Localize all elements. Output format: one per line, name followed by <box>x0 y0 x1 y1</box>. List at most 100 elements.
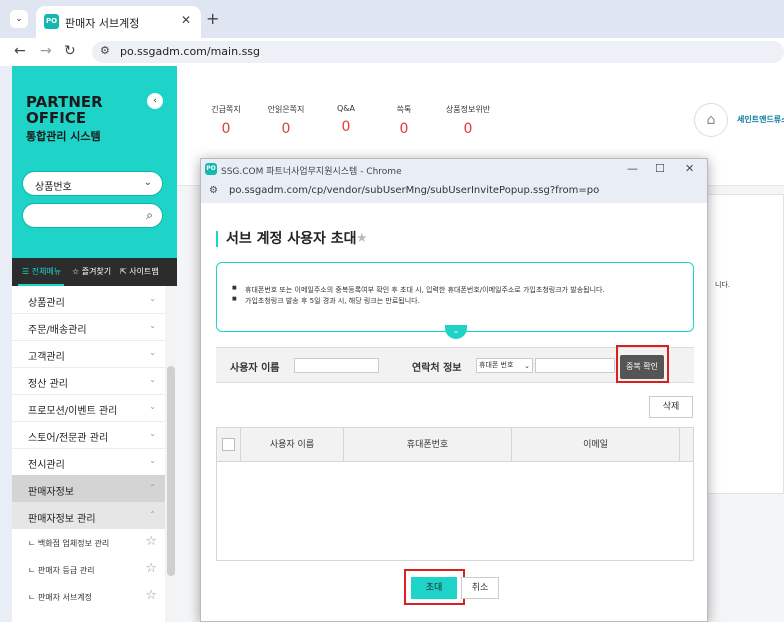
close-icon[interactable]: ✕ <box>181 13 191 27</box>
invite-popup-window: PO SSG.COM 파트너사업무지원시스템 - Chrome — ☐ ✕ ⚙ … <box>200 158 708 622</box>
url-text[interactable]: po.ssgadm.com/main.ssg <box>120 45 260 58</box>
cancel-button[interactable]: 취소 <box>461 577 499 599</box>
delete-button[interactable]: 삭제 <box>649 396 693 418</box>
store-icon: ⌂ <box>694 103 728 137</box>
sidebar-item-settlement[interactable]: 정산 관리 ⌄ <box>12 367 165 395</box>
stat-value: 0 <box>341 119 351 135</box>
sidebar-item-display[interactable]: 전시관리 ⌄ <box>12 448 165 476</box>
stat-unread-messages[interactable]: 안읽은쪽지 0 <box>256 104 316 137</box>
stat-value: 0 <box>281 121 291 137</box>
user-name-input[interactable] <box>294 358 379 373</box>
stat-urgent-messages[interactable]: 긴급쪽지 0 <box>196 104 256 137</box>
stat-ssg-talk[interactable]: 쓱톡 0 <box>374 104 434 137</box>
sidebar-item-label: 판매자정보 <box>28 487 74 498</box>
popup-address-bar[interactable]: ⚙ po.ssgadm.com/cp/vendor/subUserMng/sub… <box>201 181 707 203</box>
back-arrow-icon[interactable]: ← <box>14 43 26 59</box>
store-name[interactable]: 세인트앤드류스 <box>737 114 784 125</box>
tab-all-menu[interactable]: ☰ 전체메뉴 <box>22 266 61 277</box>
new-tab-button[interactable]: + <box>206 9 219 28</box>
site-settings-icon[interactable]: ⚙ <box>209 185 218 196</box>
sidebar-search-input[interactable]: ⌕ <box>22 203 163 228</box>
chevron-down-icon: ⌄ <box>149 375 156 384</box>
contact-input[interactable] <box>535 358 615 373</box>
chevron-down-icon: ⌄ <box>143 177 152 188</box>
main-panel-text: 니다. <box>715 281 731 289</box>
contact-label: 연락처 정보 <box>412 363 462 374</box>
contact-type-value: 휴대폰 번호 <box>479 361 514 369</box>
sidebar-item-stores[interactable]: 스토어/전문관 관리 ⌄ <box>12 421 165 449</box>
close-icon[interactable]: ✕ <box>685 162 694 175</box>
tab-search-button[interactable]: ⌄ <box>10 10 28 28</box>
highlight-box <box>404 569 465 605</box>
favicon-icon: PO <box>44 14 59 29</box>
logo-line-2: OFFICE <box>26 109 87 127</box>
chevron-down-icon: ⌄ <box>149 321 156 330</box>
sidebar-scrollbar[interactable] <box>165 286 177 622</box>
sidebar-item-label: 스토어/전문관 관리 <box>28 433 109 444</box>
popup-title: SSG.COM 파트너사업무지원시스템 - Chrome <box>221 167 402 177</box>
tab-favorites[interactable]: ☆ 즐겨찾기 <box>72 266 111 277</box>
stat-value: 0 <box>221 121 231 137</box>
popup-url[interactable]: po.ssgadm.com/cp/vendor/subUserMng/subUs… <box>229 185 599 196</box>
chevron-down-icon: ⌄ <box>149 348 156 357</box>
user-name-label: 사용자 이름 <box>230 363 280 374</box>
sidebar-item-label: 고객관리 <box>28 352 65 363</box>
sidebar-item-products[interactable]: 상품관리 ⌄ <box>12 286 165 314</box>
star-icon[interactable]: ☆ <box>145 534 157 549</box>
sidebar-subitem-seller-grade[interactable]: ㄴ 판매자 등급 관리 ☆ <box>12 556 165 583</box>
reload-icon[interactable]: ↻ <box>64 43 76 59</box>
sidebar-item-label: 주문/배송관리 <box>28 325 87 336</box>
maximize-icon[interactable]: ☐ <box>655 162 665 175</box>
column-header-email: 이메일 <box>511 428 679 462</box>
star-icon[interactable]: ☆ <box>145 561 157 576</box>
browser-tab-strip: ⌄ PO 판매자 서브계정 ✕ + <box>0 0 784 38</box>
search-type-select[interactable]: 상품번호 ⌄ <box>22 171 163 196</box>
contact-type-select[interactable]: 휴대폰 번호 ⌄ <box>476 358 533 373</box>
popup-title-bar[interactable]: PO SSG.COM 파트너사업무지원시스템 - Chrome — ☐ ✕ <box>201 159 707 181</box>
sidebar-item-label: 판매자정보 관리 <box>28 514 96 525</box>
sidebar-item-orders[interactable]: 주문/배송관리 ⌄ <box>12 313 165 341</box>
star-icon[interactable]: ☆ <box>145 588 157 603</box>
logo-subtitle: 통합관리 시스템 <box>26 130 101 143</box>
logo-line-1: PARTNER <box>26 93 103 111</box>
search-type-value: 상품번호 <box>35 182 72 193</box>
column-header-phone: 휴대폰번호 <box>343 428 511 462</box>
tab-sitemap[interactable]: ⇱ 사이트맵 <box>120 266 159 277</box>
stat-label: 긴급쪽지 <box>211 105 241 114</box>
search-icon[interactable]: ⌕ <box>146 208 153 223</box>
stat-qna[interactable]: Q&A 0 <box>316 104 376 135</box>
sidebar-item-seller-info[interactable]: 판매자정보 ⌃ <box>12 475 165 503</box>
stat-label: 안읽은쪽지 <box>267 105 305 114</box>
sidebar-item-seller-info-manage[interactable]: 판매자정보 관리 ⌃ <box>12 502 165 530</box>
select-all-checkbox[interactable] <box>222 438 235 451</box>
sidebar-subitem-sub-account[interactable]: ㄴ 판매자 서브계정 ☆ <box>12 583 165 610</box>
star-icon[interactable]: ★ <box>356 231 368 246</box>
chevron-down-icon: ⌄ <box>149 456 156 465</box>
browser-tab[interactable]: PO 판매자 서브계정 ✕ <box>36 6 201 38</box>
chevron-down-icon: ⌄ <box>149 402 156 411</box>
menu-tabs: ☰ 전체메뉴 ☆ 즐겨찾기 ⇱ 사이트맵 <box>12 258 177 286</box>
sidebar-subitem-label: ㄴ 판매자 서브계정 <box>28 593 92 602</box>
sidebar-item-label: 프로모션/이벤트 관리 <box>28 406 118 417</box>
stat-label: 쓱톡 <box>396 105 412 114</box>
stat-product-violations[interactable]: 상품정보위반 0 <box>438 104 498 137</box>
sidebar-item-customers[interactable]: 고객관리 ⌄ <box>12 340 165 368</box>
site-settings-icon[interactable]: ⚙ <box>100 44 110 57</box>
main-content-panel <box>705 194 784 494</box>
minimize-icon[interactable]: — <box>627 162 638 175</box>
sidebar-header: PARTNER OFFICE 통합관리 시스템 ‹ 상품번호 ⌄ ⌕ <box>12 66 177 258</box>
notice-box: 휴대폰번호 또는 이메일주소의 중복등록여부 확인 후 초대 시, 입력한 휴대… <box>216 262 694 332</box>
address-bar[interactable]: ⚙ po.ssgadm.com/main.ssg <box>92 41 784 63</box>
table-header: 사용자 이름 휴대폰번호 이메일 <box>217 428 693 462</box>
logo[interactable]: PARTNER OFFICE <box>26 94 136 126</box>
sidebar-item-label: 상품관리 <box>28 298 65 309</box>
sidebar-subitem-dept-store-info[interactable]: ㄴ 백화점 업체정보 관리 ☆ <box>12 529 165 556</box>
sidebar-subitem-label: ㄴ 백화점 업체정보 관리 <box>28 539 110 548</box>
stat-label: Q&A <box>336 104 355 113</box>
sidebar-item-promotions[interactable]: 프로모션/이벤트 관리 ⌄ <box>12 394 165 422</box>
collapse-sidebar-button[interactable]: ‹ <box>147 93 163 109</box>
sidebar-item-label: 정산 관리 <box>28 379 68 390</box>
chevron-down-icon[interactable]: ⌄ <box>445 325 467 339</box>
scrollbar-thumb[interactable] <box>167 366 175 576</box>
forward-arrow-icon[interactable]: → <box>40 43 52 59</box>
